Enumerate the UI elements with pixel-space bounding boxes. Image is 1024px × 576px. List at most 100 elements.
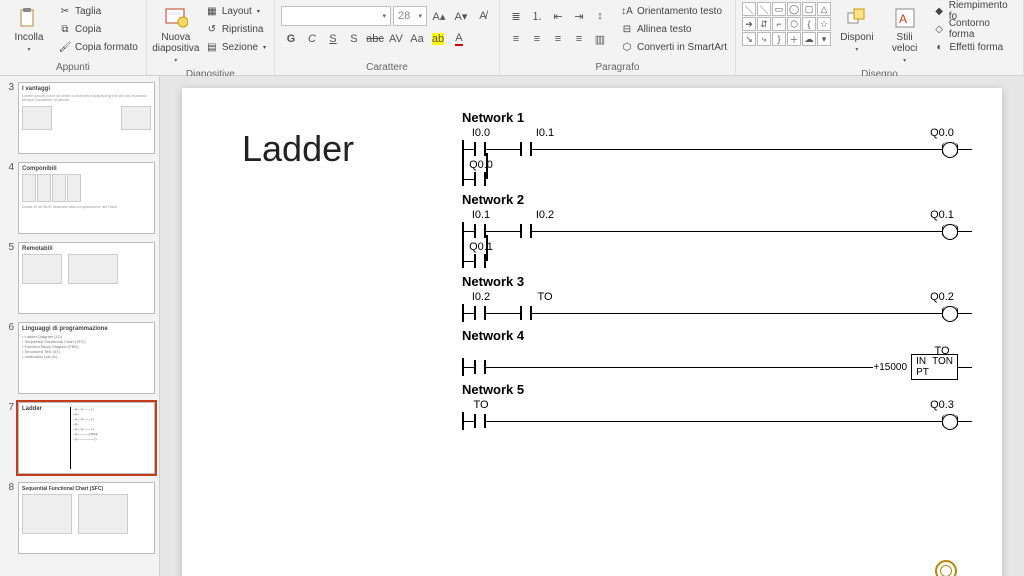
- decrease-font-button[interactable]: A▾: [451, 6, 471, 26]
- layout-icon: ▦: [205, 4, 219, 18]
- shape-arrow-r[interactable]: ➔: [742, 17, 756, 31]
- shape-plus[interactable]: ＋: [787, 32, 801, 46]
- shape-conn1[interactable]: ↘: [742, 32, 756, 46]
- reset-button[interactable]: ↺Ripristina: [203, 20, 268, 38]
- brush-icon: 🖌: [58, 40, 72, 54]
- ton-block: INTON PT: [911, 354, 958, 380]
- smartart-icon: ⬡: [620, 40, 634, 54]
- chevron-down-icon: ▾: [174, 56, 177, 67]
- underline-button[interactable]: S: [323, 29, 343, 49]
- highlight-button[interactable]: ab: [428, 29, 448, 49]
- slide-canvas[interactable]: Ladder Network 1 I0.0I0.1Q0.0 Q0.0 Netwo…: [182, 88, 1002, 576]
- group-label-font: Carattere: [281, 60, 493, 75]
- thumbnail-7[interactable]: 7 Ladder ─||──||────( )─||──||──||────( …: [4, 402, 155, 474]
- group-paragraph: ≣ ⒈ ⇤ ⇥ ↕ ≡ ≡ ≡ ≡ ▥ ↕AOrientamento testo…: [500, 0, 736, 75]
- arrange-button[interactable]: Disponi ▾: [835, 2, 879, 56]
- workspace: 3 I vantaggi Lorem ipsum dolor sit amet …: [0, 76, 1024, 576]
- chevron-down-icon: ▾: [903, 56, 906, 67]
- shape-hex[interactable]: ⬡: [787, 17, 801, 31]
- font-color-button[interactable]: A: [449, 29, 469, 49]
- gear-icon: [935, 560, 957, 576]
- shape-cloud[interactable]: ☁: [802, 32, 816, 46]
- chevron-down-icon: ▾: [27, 45, 30, 56]
- slide-title: Ladder: [242, 128, 354, 170]
- new-slide-label: Nuova diapositiva: [152, 32, 199, 54]
- bullets-button[interactable]: ≣: [506, 6, 526, 26]
- paste-icon: [17, 6, 41, 30]
- shape-tri[interactable]: △: [817, 2, 831, 16]
- shape-rect[interactable]: ▭: [772, 2, 786, 16]
- scissors-icon: ✂: [58, 4, 72, 18]
- chevron-down-icon: ▾: [257, 8, 260, 15]
- copy-button[interactable]: ⧉Copia: [56, 20, 140, 38]
- clear-format-button[interactable]: A̸: [473, 6, 493, 26]
- layout-button[interactable]: ▦Layout▾: [203, 2, 268, 20]
- shape-outline-button[interactable]: ◇Contorno forma: [930, 20, 1017, 38]
- numbering-button[interactable]: ⒈: [527, 6, 547, 26]
- chevron-down-icon: ▾: [418, 12, 422, 20]
- format-painter-button[interactable]: 🖌Copia formato: [56, 38, 140, 56]
- svg-text:A: A: [899, 12, 907, 26]
- align-left-button[interactable]: ≡: [506, 29, 526, 49]
- increase-font-button[interactable]: A▴: [429, 6, 449, 26]
- shape-star[interactable]: ☆: [817, 17, 831, 31]
- bold-button[interactable]: G: [281, 29, 301, 49]
- brand-logo: ACCADEMIA DELL'INNOVAZIONE: [908, 560, 984, 576]
- shape-brace2[interactable]: }: [772, 32, 786, 46]
- thumbnail-5[interactable]: 5 Remotabili: [4, 242, 155, 314]
- slide-canvas-area[interactable]: Ladder Network 1 I0.0I0.1Q0.0 Q0.0 Netwo…: [160, 76, 1024, 576]
- effects-icon: ◐: [932, 40, 946, 54]
- shadow-button[interactable]: S: [344, 29, 364, 49]
- shape-l[interactable]: ⌐: [772, 17, 786, 31]
- shape-conn2[interactable]: ⤷: [757, 32, 771, 46]
- shapes-gallery[interactable]: ＼ ＼ ▭ ◯ ▢ △ ➔ ⇵ ⌐ ⬡ { ☆ ↘ ⤷ } ＋ ☁ ▾: [742, 2, 831, 46]
- decrease-indent-button[interactable]: ⇤: [548, 6, 568, 26]
- justify-button[interactable]: ≡: [569, 29, 589, 49]
- chevron-down-icon: ▾: [855, 45, 858, 56]
- section-button[interactable]: ▤Sezione▾: [203, 38, 268, 56]
- convert-smartart-button[interactable]: ⬡Converti in SmartArt: [618, 38, 729, 56]
- quick-styles-button[interactable]: A Stili veloci ▾: [883, 2, 927, 67]
- slide-thumbnails-panel[interactable]: 3 I vantaggi Lorem ipsum dolor sit amet …: [0, 76, 160, 576]
- paste-button[interactable]: Incolla ▾: [6, 2, 52, 56]
- group-clipboard: Incolla ▾ ✂Taglia ⧉Copia 🖌Copia formato …: [0, 0, 147, 75]
- shape-arrow-ud[interactable]: ⇵: [757, 17, 771, 31]
- shape-more[interactable]: ▾: [817, 32, 831, 46]
- new-slide-button[interactable]: Nuova diapositiva ▾: [153, 2, 199, 67]
- group-font: ▾ 28▾ A▴ A▾ A̸ G C S S abc AV Aa ab A Ca…: [275, 0, 500, 75]
- group-label-clipboard: Appunti: [6, 60, 140, 75]
- spacing-button[interactable]: AV: [386, 29, 406, 49]
- chevron-down-icon: ▾: [382, 12, 386, 20]
- align-center-button[interactable]: ≡: [527, 29, 547, 49]
- strike-button[interactable]: abc: [365, 29, 385, 49]
- shape-line[interactable]: ＼: [742, 2, 756, 16]
- thumbnail-3[interactable]: 3 I vantaggi Lorem ipsum dolor sit amet …: [4, 82, 155, 154]
- align-right-button[interactable]: ≡: [548, 29, 568, 49]
- quick-styles-icon: A: [893, 6, 917, 30]
- thumbnail-6[interactable]: 6 Linguaggi di programmazione • Ladder D…: [4, 322, 155, 394]
- align-text-button[interactable]: ⊟Allinea testo: [618, 20, 729, 38]
- shape-effects-button[interactable]: ◐Effetti forma: [930, 38, 1017, 56]
- reset-icon: ↺: [205, 22, 219, 36]
- italic-button[interactable]: C: [302, 29, 322, 49]
- shape-line2[interactable]: ＼: [757, 2, 771, 16]
- columns-button[interactable]: ▥: [590, 29, 610, 49]
- font-size-combo[interactable]: 28▾: [393, 6, 427, 26]
- copy-icon: ⧉: [58, 22, 72, 36]
- font-name-combo[interactable]: ▾: [281, 6, 391, 26]
- increase-indent-button[interactable]: ⇥: [569, 6, 589, 26]
- ribbon: Incolla ▾ ✂Taglia ⧉Copia 🖌Copia formato …: [0, 0, 1024, 76]
- thumbnail-4[interactable]: 4 Componibili Dotati di un BUS dedicato …: [4, 162, 155, 234]
- shape-rrect[interactable]: ▢: [802, 2, 816, 16]
- paste-label: Incolla: [15, 32, 44, 43]
- group-drawing: ＼ ＼ ▭ ◯ ▢ △ ➔ ⇵ ⌐ ⬡ { ☆ ↘ ⤷ } ＋ ☁ ▾: [736, 0, 1024, 75]
- text-direction-button[interactable]: ↕AOrientamento testo: [618, 2, 729, 20]
- group-label-paragraph: Paragrafo: [506, 60, 729, 75]
- shape-oval[interactable]: ◯: [787, 2, 801, 16]
- thumbnail-8[interactable]: 8 Sequential Functional Chart (SFC): [4, 482, 155, 554]
- line-spacing-button[interactable]: ↕: [590, 6, 610, 26]
- shape-brace[interactable]: {: [802, 17, 816, 31]
- case-button[interactable]: Aa: [407, 29, 427, 49]
- group-slides: Nuova diapositiva ▾ ▦Layout▾ ↺Ripristina…: [147, 0, 275, 75]
- cut-button[interactable]: ✂Taglia: [56, 2, 140, 20]
